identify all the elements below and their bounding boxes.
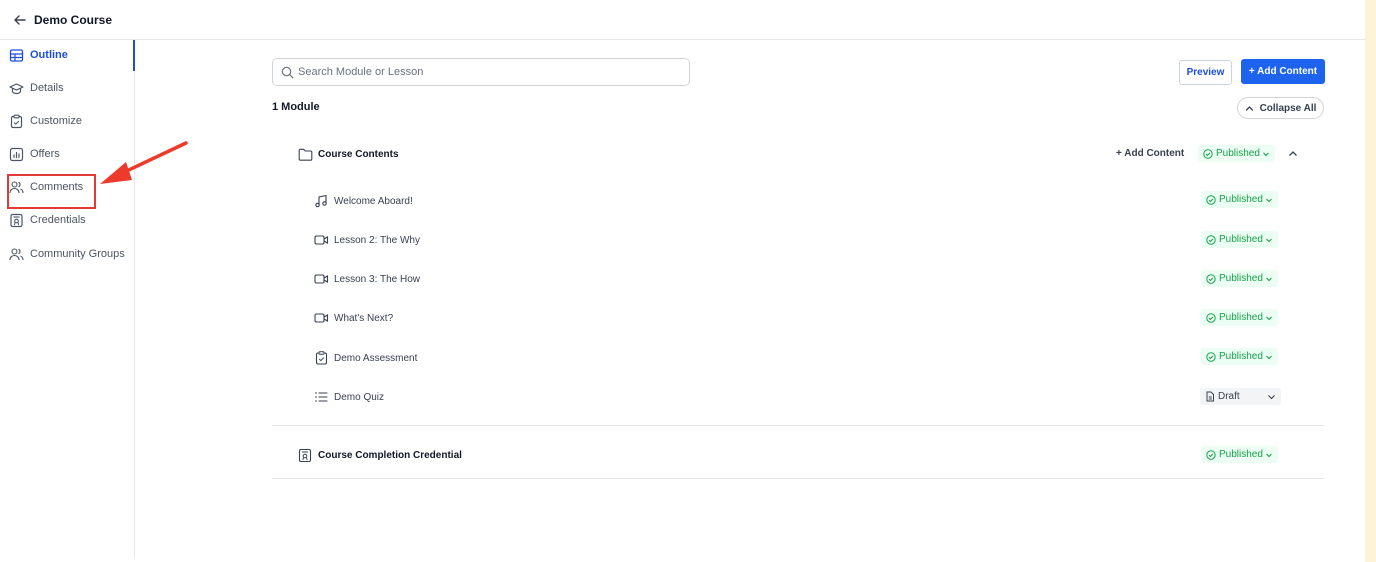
course-title: Demo Course xyxy=(34,12,113,27)
lesson-title: What's Next? xyxy=(334,312,394,324)
folder-icon xyxy=(297,146,313,162)
check-circle-icon xyxy=(1206,351,1216,362)
chevron-down-icon xyxy=(1265,353,1273,361)
annotation-arrow-icon xyxy=(100,141,188,184)
bar-chart-icon xyxy=(8,146,24,162)
lesson-row[interactable]: Demo Quiz xyxy=(313,389,384,405)
lesson-title: Demo Quiz xyxy=(334,391,385,403)
app-frame: Demo Course Outline Details Customize Of… xyxy=(0,0,1365,562)
module-add-content-link[interactable]: + Add Content xyxy=(1116,148,1184,159)
top-bar: Demo Course xyxy=(0,0,1365,40)
sidebar-item-label: Outline xyxy=(30,49,68,61)
chevron-down-icon xyxy=(1265,451,1273,459)
sidebar-item-label: Details xyxy=(30,82,64,94)
document-icon xyxy=(1205,391,1215,402)
collapse-all-button[interactable]: Collapse All xyxy=(1237,97,1324,119)
chevron-down-icon xyxy=(1265,196,1273,204)
sidebar-item-credentials[interactable]: Credentials xyxy=(8,207,86,233)
sidebar-item-label: Community Groups xyxy=(30,248,125,260)
lesson-row[interactable]: What's Next? xyxy=(313,310,393,326)
status-label: Draft xyxy=(1218,391,1240,402)
sidebar-item-outline[interactable]: Outline xyxy=(8,42,68,68)
status-label: Published xyxy=(1216,148,1260,159)
table-icon xyxy=(8,47,24,63)
back-arrow-icon[interactable] xyxy=(10,10,30,30)
status-label: Published xyxy=(1219,194,1263,205)
check-circle-icon xyxy=(1206,312,1216,323)
credential-row[interactable]: Course Completion Credential xyxy=(297,447,462,463)
lesson-title: Demo Assessment xyxy=(334,352,418,364)
module-divider xyxy=(272,425,1324,426)
clipboard-check-icon xyxy=(313,350,329,366)
lesson-status-dropdown[interactable]: Published xyxy=(1201,231,1278,248)
lesson-status-dropdown[interactable]: Published xyxy=(1201,348,1278,365)
sidebar-item-community-groups[interactable]: Community Groups xyxy=(8,241,125,267)
status-label: Published xyxy=(1219,312,1263,323)
lesson-row[interactable]: Demo Assessment xyxy=(313,350,417,366)
chevron-down-icon xyxy=(1262,150,1270,158)
module-title: Course Contents xyxy=(318,148,399,160)
list-icon xyxy=(313,389,329,405)
status-label: Published xyxy=(1219,273,1263,284)
sidebar-item-customize[interactable]: Customize xyxy=(8,108,82,134)
status-label: Published xyxy=(1219,234,1263,245)
chevron-down-icon xyxy=(1265,275,1273,283)
certificate-icon xyxy=(297,447,313,463)
module-header[interactable]: Course Contents xyxy=(297,146,399,162)
module-collapse-chevron-up-icon[interactable] xyxy=(1286,147,1300,161)
search-input[interactable] xyxy=(298,66,678,78)
chevron-down-icon xyxy=(1267,393,1276,401)
graduation-cap-icon xyxy=(8,80,24,96)
status-label: Published xyxy=(1219,351,1263,362)
sidebar-item-offers[interactable]: Offers xyxy=(8,141,60,167)
active-indicator xyxy=(133,40,135,71)
check-circle-icon xyxy=(1206,273,1216,284)
lesson-title: Lesson 3: The How xyxy=(334,273,420,285)
lesson-row[interactable]: Lesson 3: The How xyxy=(313,271,420,287)
lesson-row[interactable]: Lesson 2: The Why xyxy=(313,232,420,248)
module-count: 1 Module xyxy=(272,101,320,113)
search-icon xyxy=(281,66,294,79)
lesson-row[interactable]: Welcome Aboard! xyxy=(313,193,413,209)
sidebar-item-label: Customize xyxy=(30,115,82,127)
lesson-status-dropdown[interactable]: Published xyxy=(1201,309,1278,326)
certificate-icon xyxy=(8,212,24,228)
preview-button[interactable]: Preview xyxy=(1179,60,1232,85)
check-circle-icon xyxy=(1206,449,1216,460)
lesson-title: Welcome Aboard! xyxy=(334,195,413,207)
music-note-icon xyxy=(313,193,329,209)
credential-status-dropdown[interactable]: Published xyxy=(1201,446,1278,463)
status-label: Published xyxy=(1219,449,1263,460)
module-status-dropdown[interactable]: Published xyxy=(1198,145,1275,162)
sidebar-item-details[interactable]: Details xyxy=(8,75,64,101)
check-circle-icon xyxy=(1203,148,1213,159)
check-circle-icon xyxy=(1206,234,1216,245)
lesson-status-dropdown[interactable]: Published xyxy=(1201,270,1278,287)
users-icon xyxy=(8,246,24,262)
chevron-down-icon xyxy=(1265,236,1273,244)
sidebar: Outline Details Customize Offers Comment xyxy=(0,40,135,558)
video-icon xyxy=(313,232,329,248)
sidebar-item-label: Credentials xyxy=(30,214,86,226)
search-bar[interactable] xyxy=(272,58,690,86)
video-icon xyxy=(313,271,329,287)
lesson-status-dropdown[interactable]: Draft xyxy=(1200,388,1281,405)
add-content-button[interactable]: + Add Content xyxy=(1241,59,1325,84)
credential-divider xyxy=(272,478,1324,479)
video-icon xyxy=(313,310,329,326)
credential-title: Course Completion Credential xyxy=(318,449,462,461)
annotation-highlight-box xyxy=(7,174,96,209)
sidebar-item-label: Offers xyxy=(30,148,60,160)
page-edge-strip xyxy=(1365,0,1376,562)
lesson-title: Lesson 2: The Why xyxy=(334,234,420,246)
collapse-all-label: Collapse All xyxy=(1259,102,1317,114)
lesson-status-dropdown[interactable]: Published xyxy=(1201,191,1278,208)
check-circle-icon xyxy=(1206,194,1216,205)
chevron-up-icon xyxy=(1245,104,1254,113)
chevron-down-icon xyxy=(1265,314,1273,322)
clipboard-icon xyxy=(8,113,24,129)
